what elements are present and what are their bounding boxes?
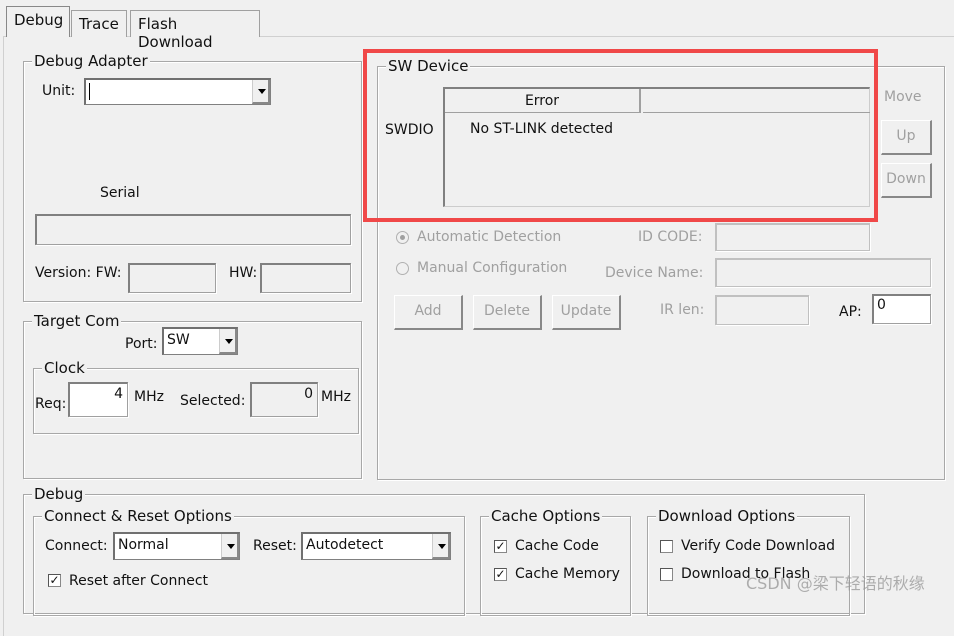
serial-label: Serial — [100, 185, 140, 201]
device-name-label: Device Name: — [605, 265, 704, 281]
automatic-detection-label[interactable]: Automatic Detection — [417, 229, 561, 245]
reset-combo[interactable]: Autodetect — [301, 532, 451, 560]
port-value: SW — [167, 332, 190, 348]
connect-reset-group: Connect & Reset Options — [33, 507, 465, 616]
verify-code-download-label[interactable]: Verify Code Download — [681, 538, 835, 554]
reset-after-connect-checkbox[interactable]: ✓ — [48, 574, 61, 587]
group-title: Download Options — [656, 507, 798, 525]
automatic-detection-radio[interactable] — [396, 231, 409, 244]
req-label: Req: — [35, 396, 67, 412]
unit-combo[interactable] — [84, 78, 271, 105]
group-title: Debug Adapter — [32, 52, 150, 70]
ap-field[interactable]: 0 — [872, 294, 931, 324]
update-button[interactable]: Update — [552, 295, 621, 330]
cache-memory-label[interactable]: Cache Memory — [515, 566, 620, 582]
cache-code-label[interactable]: Cache Code — [515, 538, 599, 554]
selected-field: 0 — [250, 382, 318, 417]
manual-configuration-radio[interactable] — [396, 262, 409, 275]
req-field[interactable]: 4 — [68, 382, 128, 417]
fw-field — [128, 263, 216, 293]
port-combo[interactable]: SW — [162, 327, 238, 355]
move-label: Move — [884, 89, 922, 105]
id-code-field — [715, 223, 870, 251]
group-title: Cache Options — [489, 507, 603, 525]
group-title: Target Com — [32, 312, 122, 330]
connect-combo[interactable]: Normal — [113, 532, 240, 560]
hw-field — [260, 263, 351, 293]
selected-label: Selected: — [180, 393, 246, 409]
cache-code-checkbox[interactable]: ✓ — [494, 540, 507, 553]
selected-value: 0 — [304, 386, 313, 402]
verify-code-download-checkbox[interactable] — [660, 540, 673, 553]
hw-label: HW: — [229, 265, 258, 281]
ap-value: 0 — [877, 297, 886, 313]
chevron-down-icon[interactable] — [221, 534, 239, 559]
down-button[interactable]: Down — [881, 163, 932, 198]
req-value: 4 — [114, 386, 123, 402]
delete-button[interactable]: Delete — [473, 295, 542, 330]
mhz-label: MHz — [321, 389, 351, 405]
reset-value: Autodetect — [306, 537, 384, 553]
ap-label: AP: — [839, 304, 862, 320]
chevron-down-icon[interactable] — [252, 80, 270, 104]
chevron-down-icon[interactable] — [432, 534, 450, 559]
mhz-label: MHz — [134, 389, 164, 405]
connect-value: Normal — [118, 537, 169, 553]
up-button[interactable]: Up — [881, 120, 932, 155]
id-code-label: ID CODE: — [638, 229, 703, 245]
manual-configuration-label[interactable]: Manual Configuration — [417, 260, 567, 276]
fw-label: Version: FW: — [35, 265, 122, 281]
tab-trace[interactable]: Trace — [71, 10, 127, 37]
download-to-flash-checkbox[interactable] — [660, 568, 673, 581]
tab-flash-download[interactable]: Flash Download — [130, 10, 260, 51]
device-name-field — [715, 258, 931, 287]
port-label: Port: — [125, 336, 158, 352]
add-button[interactable]: Add — [394, 295, 463, 330]
ir-len-field — [715, 295, 809, 325]
reset-after-connect-label[interactable]: Reset after Connect — [69, 573, 208, 589]
tab-debug[interactable]: Debug — [6, 6, 70, 37]
group-title: Connect & Reset Options — [42, 507, 234, 525]
cache-memory-checkbox[interactable]: ✓ — [494, 568, 507, 581]
ir-len-label: IR len: — [660, 302, 705, 318]
highlight-box — [363, 49, 878, 222]
connect-label: Connect: — [45, 538, 108, 554]
reset-label: Reset: — [253, 538, 297, 554]
serial-field — [35, 214, 351, 245]
unit-label: Unit: — [42, 83, 76, 99]
group-title: Debug — [32, 485, 86, 503]
group-title: Clock — [42, 359, 87, 377]
watermark: CSDN @梁下轻语的秋缘 — [746, 574, 925, 593]
chevron-down-icon[interactable] — [219, 329, 237, 354]
